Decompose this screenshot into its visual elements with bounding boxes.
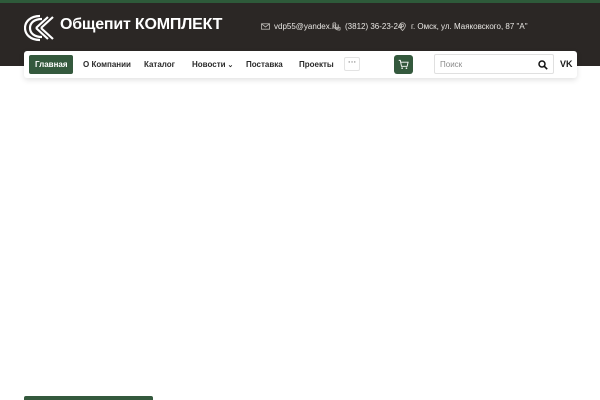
main-navbar: Главная О Компании Каталог Новости ⌄ Пост… — [24, 51, 577, 78]
contact-phone[interactable]: (3812) 36-23-24 — [332, 22, 402, 31]
nav-item-catalog[interactable]: Каталог — [138, 55, 181, 74]
phone-text: (3812) 36-23-24 — [345, 22, 403, 31]
address-text: г. Омск, ул. Маяковского, 87 "А" — [411, 22, 528, 31]
cart-icon — [398, 59, 409, 69]
logo-icon — [24, 14, 54, 42]
vk-link[interactable]: VK — [560, 59, 573, 69]
nav-item-news[interactable]: Новости ⌄ — [186, 55, 239, 74]
mail-icon — [261, 23, 270, 30]
bottom-panel-tab[interactable] — [24, 396, 153, 400]
nav-item-projects[interactable]: Проекты — [293, 55, 340, 74]
contact-address: г. Омск, ул. Маяковского, 87 "А" — [398, 22, 528, 31]
contact-email[interactable]: vdp55@yandex.ru — [261, 22, 339, 31]
nav-item-supply[interactable]: Поставка — [240, 55, 289, 74]
logo-text: Общепит КОМПЛЕКТ — [60, 16, 223, 33]
search-input[interactable] — [440, 57, 532, 72]
cart-button[interactable] — [394, 55, 413, 74]
logo[interactable]: Общепит КОМПЛЕКТ — [24, 14, 222, 42]
search-icon[interactable] — [538, 60, 548, 70]
email-text: vdp55@yandex.ru — [274, 22, 340, 31]
nav-item-about[interactable]: О Компании — [77, 55, 137, 74]
nav-item-home[interactable]: Главная — [29, 55, 73, 74]
location-icon — [399, 22, 406, 31]
chevron-down-icon: ⌄ — [227, 62, 234, 69]
more-menu-button[interactable]: ··· — [344, 57, 360, 71]
phone-icon — [332, 22, 341, 31]
nav-item-news-label: Новости — [192, 60, 226, 69]
search-box — [434, 54, 554, 74]
